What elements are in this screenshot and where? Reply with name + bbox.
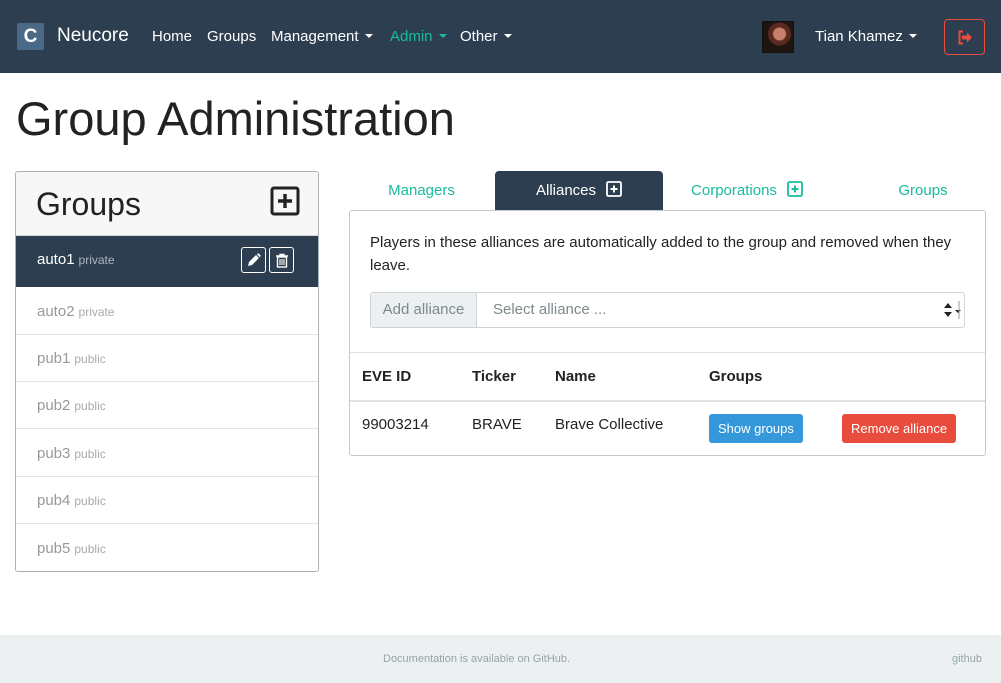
- plus-square-icon[interactable]: [270, 186, 300, 216]
- nav-groups[interactable]: Groups: [207, 28, 256, 45]
- group-name-text: auto1: [37, 251, 75, 268]
- group-name: pub3 public: [37, 445, 106, 462]
- nav-admin-label: Admin: [390, 28, 433, 45]
- group-visibility: public: [74, 352, 106, 366]
- trash-icon: [276, 253, 288, 268]
- group-name-text: auto2: [37, 303, 75, 320]
- tab-groups[interactable]: Groups: [860, 171, 986, 210]
- group-name: pub4 public: [37, 492, 106, 509]
- select-arrows-icon: [944, 301, 961, 319]
- caret-down-icon: [503, 34, 512, 38]
- caret-down-icon: [364, 34, 373, 38]
- tab-corporations[interactable]: Corporations: [663, 171, 831, 210]
- panel-description: Players in these alliances are automatic…: [370, 234, 952, 274]
- logout-button[interactable]: [944, 19, 985, 55]
- plus-square-icon[interactable]: [787, 181, 803, 197]
- caret-down-icon: [438, 34, 447, 38]
- groups-card-title: Groups: [36, 186, 141, 222]
- nav-admin[interactable]: Admin: [390, 28, 447, 45]
- group-name-text: pub4: [37, 492, 71, 509]
- group-name: pub5 public: [37, 540, 106, 557]
- brand-logo[interactable]: C: [17, 23, 44, 50]
- group-item-auto1[interactable]: auto1 private: [16, 236, 318, 287]
- delete-group-button[interactable]: [269, 247, 294, 273]
- nav-home[interactable]: Home: [152, 28, 192, 45]
- pencil-icon: [248, 253, 261, 266]
- sign-out-icon: [958, 30, 972, 45]
- user-name: Tian Khamez: [815, 28, 903, 45]
- group-visibility: public: [74, 447, 106, 461]
- table-divider: [350, 352, 985, 353]
- group-name-text: pub2: [37, 397, 71, 414]
- tab-alliances-label: Alliances: [535, 182, 597, 199]
- group-item-pub2[interactable]: pub2 public: [16, 382, 318, 429]
- caret-down-icon: [908, 34, 917, 38]
- table-header-divider: [350, 400, 985, 402]
- page-title: Group Administration: [16, 92, 455, 145]
- footer-github-link[interactable]: github: [952, 653, 982, 665]
- col-header-groups: Groups: [709, 368, 763, 385]
- navbar: C Neucore Home Groups Management Admin O…: [0, 0, 1001, 73]
- group-visibility: public: [74, 542, 106, 556]
- tab-alliances[interactable]: Alliances: [495, 171, 663, 210]
- alliance-select[interactable]: Select alliance ...: [477, 293, 964, 327]
- group-name-text: pub5: [37, 540, 71, 557]
- groups-card-header: Groups: [16, 172, 318, 236]
- user-avatar: [762, 21, 794, 53]
- group-name: pub2 public: [37, 397, 106, 414]
- group-item-pub4[interactable]: pub4 public: [16, 477, 318, 524]
- group-visibility: private: [78, 253, 115, 267]
- group-visibility: public: [74, 399, 106, 413]
- group-name-text: pub1: [37, 350, 71, 367]
- plus-square-icon[interactable]: [606, 181, 622, 197]
- group-name: pub1 public: [37, 350, 106, 367]
- col-header-name: Name: [555, 368, 596, 385]
- footer: Documentation is available on GitHub. gi…: [0, 635, 1001, 683]
- group-name: auto1 private: [37, 251, 115, 268]
- cell-name: Brave Collective: [555, 416, 664, 433]
- group-item-pub3[interactable]: pub3 public: [16, 430, 318, 477]
- footer-text: Documentation is available on GitHub.: [383, 653, 571, 665]
- nav-other[interactable]: Other: [460, 28, 512, 45]
- col-header-eve-id: EVE ID: [362, 368, 412, 385]
- cell-eve-id: 99003214: [362, 416, 429, 433]
- group-item-auto2[interactable]: auto2 private: [16, 287, 318, 335]
- tab-corporations-label: Corporations: [691, 182, 777, 199]
- remove-alliance-button[interactable]: Remove alliance: [842, 414, 957, 443]
- tab-managers[interactable]: Managers: [349, 171, 494, 210]
- user-menu[interactable]: Tian Khamez: [815, 28, 917, 45]
- group-visibility: private: [78, 305, 115, 319]
- nav-management[interactable]: Management: [271, 28, 373, 45]
- alliance-select-placeholder: Select alliance ...: [493, 301, 607, 318]
- add-alliance-group: Add alliance Select alliance ...: [370, 292, 965, 328]
- col-header-ticker: Ticker: [472, 368, 516, 385]
- nav-management-label: Management: [271, 28, 359, 45]
- group-name: auto2 private: [37, 303, 115, 320]
- groups-card: Groups auto1 private auto2 private pub1 pub…: [15, 171, 319, 572]
- cell-ticker: BRAVE: [472, 416, 522, 433]
- edit-group-button[interactable]: [241, 247, 266, 273]
- group-item-pub5[interactable]: pub5 public: [16, 525, 318, 571]
- brand-name[interactable]: Neucore: [57, 25, 129, 47]
- group-name-text: pub3: [37, 445, 71, 462]
- show-groups-button[interactable]: Show groups: [709, 414, 803, 443]
- group-visibility: public: [74, 494, 106, 508]
- add-alliance-label: Add alliance: [371, 293, 477, 327]
- group-item-pub1[interactable]: pub1 public: [16, 335, 318, 382]
- nav-other-label: Other: [460, 28, 498, 45]
- alliances-panel: Players in these alliances are automatic…: [349, 210, 986, 456]
